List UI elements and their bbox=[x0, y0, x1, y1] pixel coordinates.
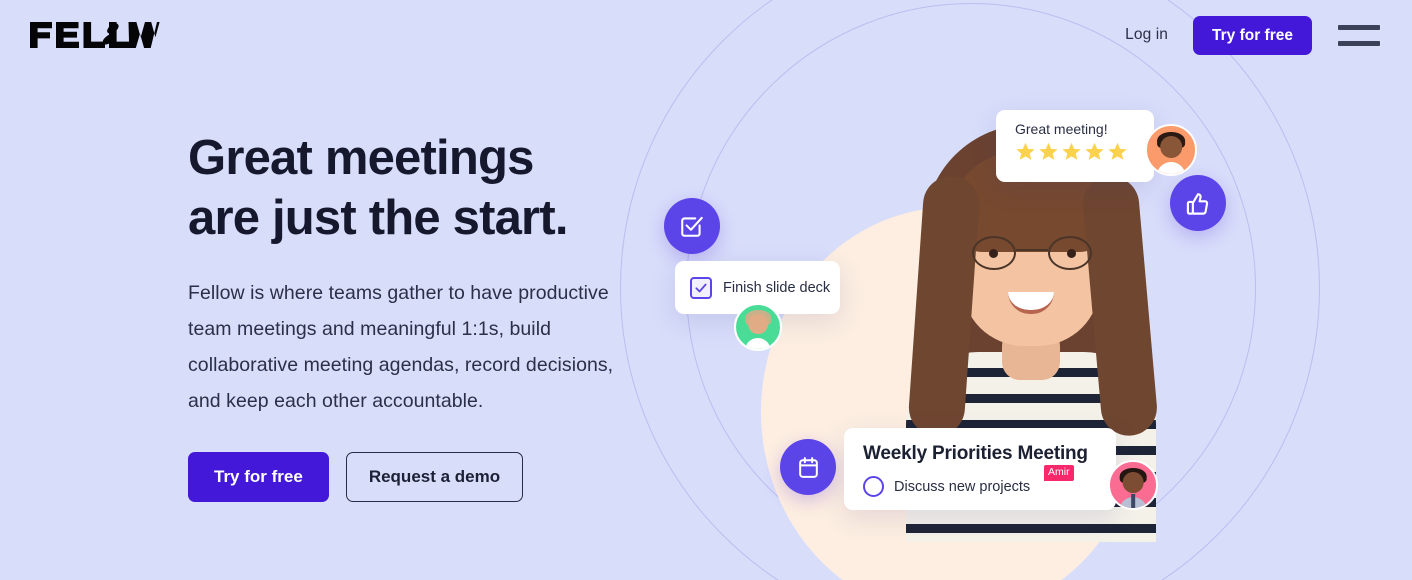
rating-text: Great meeting! bbox=[1015, 121, 1108, 137]
star-icon bbox=[1085, 142, 1104, 160]
hero-title-line-1: Great meetings bbox=[188, 131, 534, 185]
fellow-logo[interactable] bbox=[30, 18, 160, 52]
radio-unchecked-icon[interactable] bbox=[863, 476, 884, 497]
task-label: Finish slide deck bbox=[723, 279, 831, 296]
avatar-pink bbox=[1108, 460, 1158, 510]
hero-copy: Great meetings are just the start. Fello… bbox=[188, 128, 658, 502]
collaborator-name-tag: Amir bbox=[1044, 465, 1074, 481]
hamburger-menu-icon[interactable] bbox=[1338, 20, 1380, 50]
hero-try-for-free-button[interactable]: Try for free bbox=[188, 452, 329, 502]
header-nav: Log in Try for free bbox=[1125, 15, 1380, 55]
hero-visual: Finish slide deck Great meeting! Weekly … bbox=[600, 0, 1412, 580]
check-square-icon[interactable] bbox=[664, 198, 720, 254]
star-icon bbox=[1039, 142, 1058, 160]
star-icon bbox=[1062, 142, 1081, 160]
avatar-green bbox=[734, 303, 782, 351]
calendar-glyph bbox=[798, 456, 818, 478]
hamburger-bar-1 bbox=[1338, 24, 1380, 30]
calendar-icon[interactable] bbox=[780, 439, 836, 495]
thumbs-up-icon[interactable] bbox=[1170, 175, 1226, 231]
star-rating bbox=[1015, 141, 1154, 162]
login-link[interactable]: Log in bbox=[1125, 26, 1168, 44]
hero-subtitle: Fellow is where teams gather to have pro… bbox=[188, 282, 614, 412]
hero-title: Great meetings are just the start. bbox=[188, 128, 658, 248]
weekly-priorities-meeting-card[interactable]: Weekly Priorities Meeting Discuss new pr… bbox=[844, 428, 1116, 510]
person-glasses bbox=[970, 236, 1094, 270]
hamburger-bar-2 bbox=[1338, 40, 1380, 46]
hero-title-line-2: are just the start. bbox=[188, 191, 568, 245]
star-icon bbox=[1016, 142, 1035, 160]
collaborator-cursor: Amir bbox=[1044, 462, 1082, 481]
meeting-agenda-item[interactable]: Discuss new projects Amir bbox=[863, 465, 1116, 497]
avatar-top-right bbox=[1145, 124, 1197, 176]
fellow-logo-icon bbox=[30, 22, 160, 48]
site-header: Log in Try for free bbox=[0, 0, 1412, 70]
rating-card: Great meeting! bbox=[996, 110, 1154, 182]
header-try-for-free-button[interactable]: Try for free bbox=[1193, 15, 1312, 55]
hero-cta-row: Try for free Request a demo bbox=[188, 452, 658, 502]
meeting-item-label: Discuss new projects bbox=[894, 478, 1031, 495]
star-icon bbox=[1108, 142, 1127, 160]
hero-request-demo-button[interactable]: Request a demo bbox=[345, 452, 524, 502]
check-square-glyph bbox=[681, 216, 703, 237]
thumbs-up-glyph bbox=[1186, 192, 1208, 215]
checkbox-checked-icon[interactable] bbox=[690, 276, 712, 299]
check-glyph bbox=[695, 283, 707, 292]
